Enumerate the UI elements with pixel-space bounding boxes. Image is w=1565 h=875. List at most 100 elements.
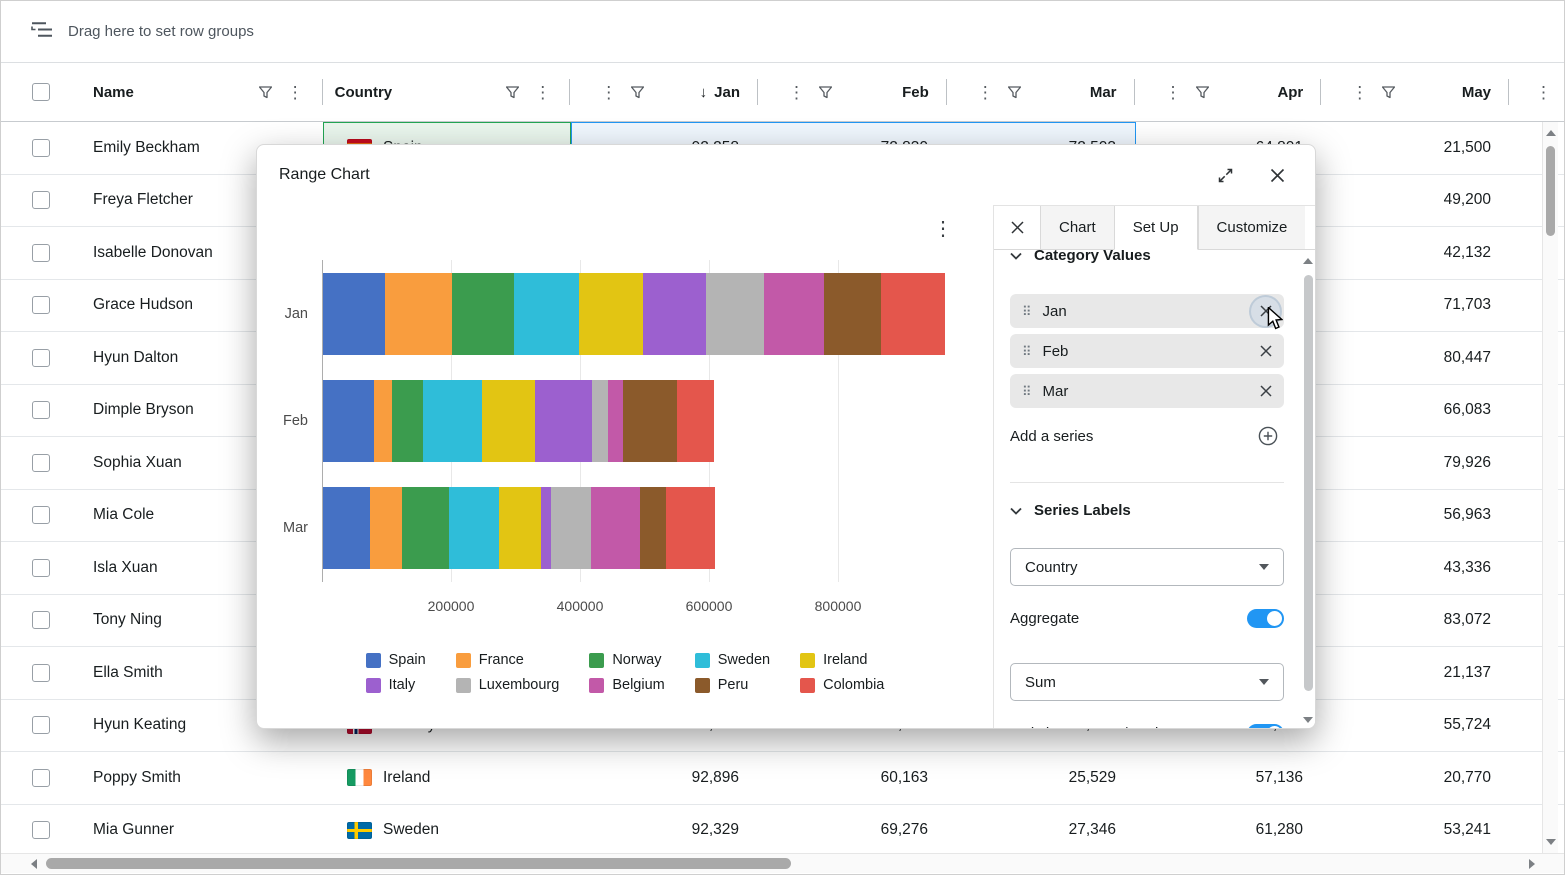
tab-customize[interactable]: Customize xyxy=(1198,206,1306,250)
row-checkbox[interactable] xyxy=(32,559,50,577)
filter-icon[interactable] xyxy=(259,86,272,99)
filter-icon[interactable] xyxy=(506,86,519,99)
close-icon[interactable] xyxy=(1265,163,1289,187)
cell-mar[interactable]: 25,529 xyxy=(948,752,1136,804)
column-header-name[interactable]: Name⋮ xyxy=(81,63,323,121)
column-menu-icon[interactable]: ⋮ xyxy=(977,84,993,101)
row-groups-dropzone[interactable]: Drag here to set row groups xyxy=(1,1,1564,63)
column-menu-icon[interactable]: ⋮ xyxy=(287,84,303,101)
row-checkbox[interactable] xyxy=(32,139,50,157)
column-header-extra[interactable]: ⋮ xyxy=(1509,63,1564,121)
label-source-select[interactable]: Country xyxy=(1010,548,1284,586)
panel-scroll-thumb[interactable] xyxy=(1304,275,1313,691)
cell-country[interactable]: Ireland xyxy=(323,752,571,804)
column-menu-icon[interactable]: ⋮ xyxy=(534,84,550,101)
dialog-header[interactable]: Range Chart xyxy=(257,145,1315,205)
cell-feb[interactable]: 60,163 xyxy=(759,752,948,804)
row-checkbox[interactable] xyxy=(32,611,50,629)
cell-may[interactable]: 79,926 xyxy=(1323,437,1511,489)
horizontal-scroll-thumb[interactable] xyxy=(46,858,791,869)
cell-jan[interactable]: 92,896 xyxy=(571,752,759,804)
row-checkbox[interactable] xyxy=(32,244,50,262)
row-checkbox[interactable] xyxy=(32,769,50,787)
grid-vertical-scrollbar[interactable] xyxy=(1542,122,1558,853)
filter-icon[interactable] xyxy=(1196,86,1209,99)
row-checkbox[interactable] xyxy=(32,716,50,734)
series-chip-mar[interactable]: ⠿Mar xyxy=(1010,374,1284,408)
cell-may[interactable]: 80,447 xyxy=(1323,332,1511,384)
legend-item-spain[interactable]: Spain xyxy=(366,652,426,668)
legend-item-belgium[interactable]: Belgium xyxy=(589,677,664,693)
column-menu-icon[interactable]: ⋮ xyxy=(1165,84,1181,101)
add-series-row[interactable]: Add a series xyxy=(1010,420,1284,452)
switch-category-series-toggle[interactable] xyxy=(1247,724,1284,730)
grid-horizontal-scrollbar[interactable] xyxy=(1,853,1564,873)
column-menu-icon[interactable]: ⋮ xyxy=(1535,84,1551,101)
column-header-mar[interactable]: ⋮Mar xyxy=(947,63,1135,121)
cell-may[interactable]: 83,072 xyxy=(1323,595,1511,647)
chip-remove-icon[interactable] xyxy=(1251,337,1280,366)
cell-may[interactable]: 43,336 xyxy=(1323,542,1511,594)
tab-chart[interactable]: Chart xyxy=(1040,206,1114,250)
column-menu-icon[interactable]: ⋮ xyxy=(788,84,804,101)
row-checkbox[interactable] xyxy=(32,349,50,367)
cell-may[interactable]: 66,083 xyxy=(1323,385,1511,437)
legend-item-peru[interactable]: Peru xyxy=(695,677,770,693)
cell-jan[interactable]: 92,329 xyxy=(571,805,759,854)
chip-remove-icon[interactable] xyxy=(1251,377,1280,406)
cell-may[interactable]: 21,500 xyxy=(1323,122,1511,174)
column-menu-icon[interactable]: ⋮ xyxy=(600,84,616,101)
series-chip-jan[interactable]: ⠿Jan xyxy=(1010,294,1284,328)
cell-may[interactable]: 56,963 xyxy=(1323,490,1511,542)
legend-item-italy[interactable]: Italy xyxy=(366,677,426,693)
aggregate-function-select[interactable]: Sum xyxy=(1010,663,1284,701)
tab-set-up[interactable]: Set Up xyxy=(1114,206,1198,250)
row-checkbox[interactable] xyxy=(32,454,50,472)
legend-item-france[interactable]: France xyxy=(456,652,560,668)
row-checkbox[interactable] xyxy=(32,191,50,209)
column-header-apr[interactable]: ⋮Apr xyxy=(1135,63,1322,121)
row-checkbox[interactable] xyxy=(32,506,50,524)
row-checkbox[interactable] xyxy=(32,664,50,682)
cell-country[interactable]: Sweden xyxy=(323,805,571,854)
row-checkbox[interactable] xyxy=(32,296,50,314)
cell-may[interactable]: 55,724 xyxy=(1323,700,1511,752)
chart-menu-icon[interactable]: ⋮ xyxy=(933,219,953,239)
maximize-icon[interactable] xyxy=(1213,163,1237,187)
panel-close-icon[interactable] xyxy=(994,206,1040,250)
column-header-feb[interactable]: ⋮Feb xyxy=(758,63,947,121)
drag-handle-icon[interactable]: ⠿ xyxy=(1022,345,1032,358)
cell-may[interactable]: 71,703 xyxy=(1323,280,1511,332)
legend-item-colombia[interactable]: Colombia xyxy=(800,677,884,693)
scroll-up-arrow-icon[interactable] xyxy=(1303,258,1313,264)
vertical-scroll-thumb[interactable] xyxy=(1546,146,1555,236)
cell-may[interactable]: 42,132 xyxy=(1323,227,1511,279)
scroll-down-arrow-icon[interactable] xyxy=(1546,839,1556,845)
legend-item-norway[interactable]: Norway xyxy=(589,652,664,668)
legend-item-ireland[interactable]: Ireland xyxy=(800,652,884,668)
filter-icon[interactable] xyxy=(1382,86,1395,99)
column-menu-icon[interactable]: ⋮ xyxy=(1351,84,1367,101)
select-all-checkbox[interactable] xyxy=(32,83,50,101)
scroll-up-arrow-icon[interactable] xyxy=(1546,130,1556,136)
filter-icon[interactable] xyxy=(1008,86,1021,99)
filter-icon[interactable] xyxy=(631,86,644,99)
row-checkbox[interactable] xyxy=(32,401,50,419)
scroll-down-arrow-icon[interactable] xyxy=(1303,717,1313,723)
aggregate-toggle[interactable] xyxy=(1247,609,1284,628)
category-values-header[interactable]: Category Values xyxy=(1010,250,1284,268)
column-header-may[interactable]: ⋮May xyxy=(1321,63,1509,121)
row-checkbox[interactable] xyxy=(32,821,50,839)
scroll-left-arrow-icon[interactable] xyxy=(31,859,37,869)
cell-apr[interactable]: 57,136 xyxy=(1136,752,1323,804)
cell-may[interactable]: 53,241 xyxy=(1323,805,1511,854)
legend-item-sweden[interactable]: Sweden xyxy=(695,652,770,668)
series-labels-header[interactable]: Series Labels xyxy=(1010,497,1284,523)
legend-item-luxembourg[interactable]: Luxembourg xyxy=(456,677,560,693)
add-circle-icon[interactable] xyxy=(1258,426,1278,446)
column-header-country[interactable]: Country⋮ xyxy=(323,63,571,121)
cell-name[interactable]: Poppy Smith xyxy=(81,752,323,804)
drag-handle-icon[interactable]: ⠿ xyxy=(1022,305,1032,318)
filter-icon[interactable] xyxy=(819,86,832,99)
series-chip-feb[interactable]: ⠿Feb xyxy=(1010,334,1284,368)
